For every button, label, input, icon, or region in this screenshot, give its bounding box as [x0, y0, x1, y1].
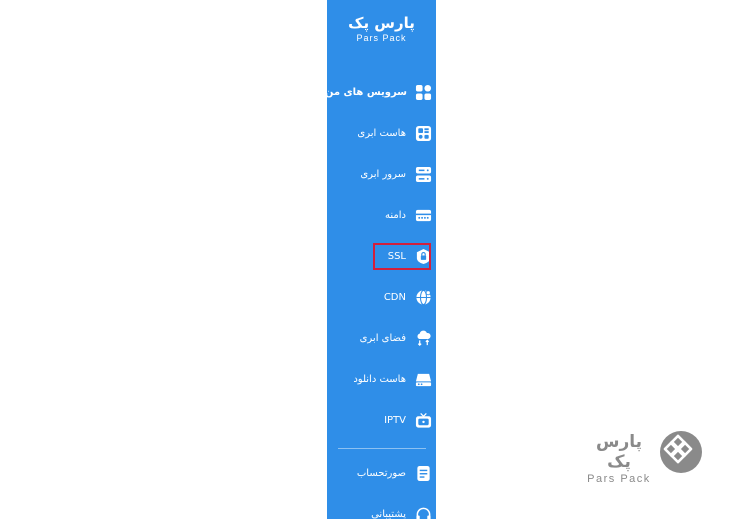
invoice-icon	[414, 464, 432, 482]
sidebar-item-label: SSL	[387, 250, 406, 262]
grid-icon	[415, 83, 432, 101]
sidebar-item-cloud-storage[interactable]: فضای ابری	[327, 318, 436, 358]
sidebar: پارس پک Pars Pack سرویس های من هاست ابری…	[327, 0, 436, 519]
sidebar-item-label: CDN	[383, 291, 406, 303]
sidebar-item-label: صورتحساب	[356, 467, 406, 479]
sidebar-item-invoices[interactable]: صورتحساب	[327, 453, 436, 493]
cloud-storage-icon	[414, 329, 432, 347]
sidebar-item-label: IPTV	[384, 414, 406, 426]
brand-logo[interactable]: پارس پک Pars Pack	[327, 14, 436, 44]
brand-name-fa: پارس پک	[348, 14, 415, 32]
sidebar-item-label: دامنه	[385, 209, 406, 221]
watermark-name-en: Pars Pack	[587, 473, 651, 485]
parspack-logo-icon	[659, 430, 703, 474]
domain-icon	[414, 206, 432, 224]
sidebar-item-domain[interactable]: دامنه	[327, 195, 436, 235]
cloud-host-icon	[414, 124, 432, 142]
sidebar-item-ssl[interactable]: SSL	[327, 236, 436, 276]
sidebar-item-my-services[interactable]: سرویس های من	[327, 72, 436, 112]
sidebar-item-label: سرویس های من	[327, 86, 407, 98]
sidebar-item-cdn[interactable]: CDN	[327, 277, 436, 317]
sidebar-item-label: فضای ابری	[359, 332, 406, 344]
watermark-name-fa: پارس پک	[595, 432, 642, 472]
sidebar-item-cloud-host[interactable]: هاست ابری	[327, 113, 436, 153]
sidebar-item-label: هاست دانلود	[353, 373, 406, 385]
sidebar-item-download-host[interactable]: هاست دانلود	[327, 359, 436, 399]
brand-name-en: Pars Pack	[356, 33, 407, 43]
server-icon	[414, 165, 432, 183]
sidebar-item-label: پشتیبانی	[371, 508, 406, 519]
sidebar-item-iptv[interactable]: IPTV	[327, 400, 436, 440]
download-host-icon	[414, 370, 432, 388]
tv-icon	[414, 411, 432, 429]
headset-icon	[414, 505, 432, 519]
sidebar-item-support[interactable]: پشتیبانی	[327, 494, 436, 519]
watermark-logo: پارس پک Pars Pack	[584, 430, 706, 485]
sidebar-item-label: سرور ابری	[360, 168, 406, 180]
globe-icon	[414, 288, 432, 306]
lock-icon	[414, 247, 432, 265]
sidebar-item-cloud-server[interactable]: سرور ابری	[327, 154, 436, 194]
sidebar-item-label: هاست ابری	[357, 127, 406, 139]
sidebar-divider	[338, 448, 426, 449]
watermark-text: پارس پک Pars Pack	[584, 432, 654, 486]
